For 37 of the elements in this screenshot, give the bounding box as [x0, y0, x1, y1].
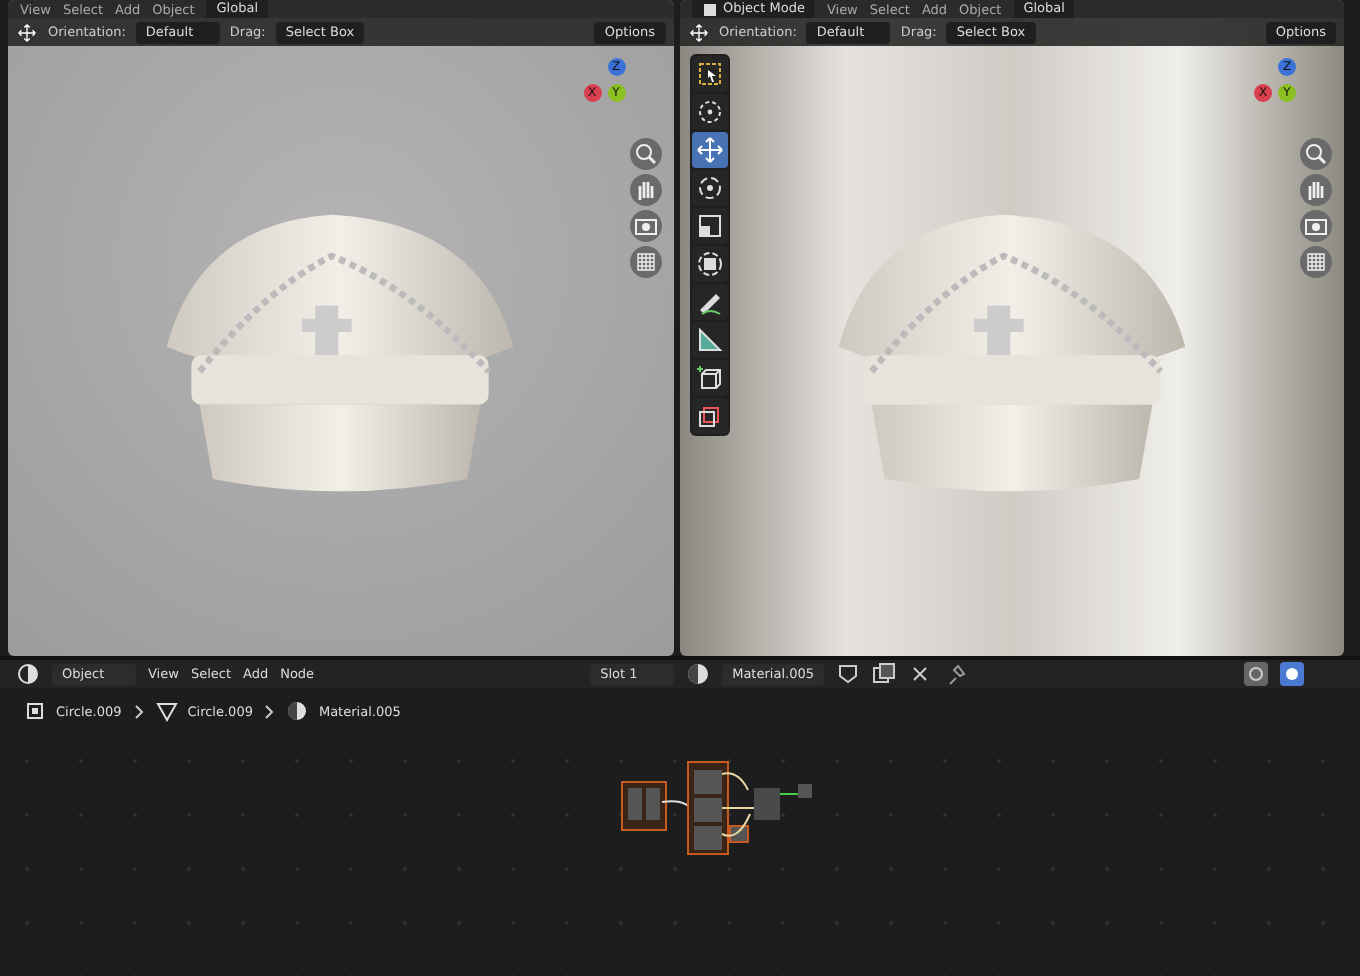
- grid-icon[interactable]: [629, 246, 661, 278]
- shield-icon[interactable]: [835, 662, 860, 686]
- overlay-icon[interactable]: [1244, 662, 1269, 686]
- move-arrows-icon[interactable]: [687, 21, 709, 43]
- tool-button[interactable]: [691, 208, 727, 244]
- object-icon: [24, 700, 46, 722]
- scale-icon: [693, 210, 725, 242]
- camera-icon[interactable]: [629, 210, 661, 242]
- cursor-icon: [693, 96, 725, 128]
- rotate-icon: [693, 172, 725, 204]
- chevron-right-icon: [131, 703, 146, 719]
- overlay-toggle-icon[interactable]: [1280, 662, 1305, 686]
- close-icon[interactable]: [907, 662, 932, 686]
- tool-button[interactable]: [691, 322, 727, 358]
- chevron-right-icon: [262, 703, 277, 719]
- tool-button[interactable]: [691, 170, 727, 206]
- move-arrows-icon: [693, 134, 725, 166]
- editor-type-icon[interactable]: [16, 662, 40, 686]
- select-box-icon: [693, 58, 725, 90]
- ruler-triangle-icon: [693, 324, 725, 356]
- tool-button[interactable]: [691, 246, 727, 282]
- zoom-icon[interactable]: [1300, 138, 1332, 170]
- tool-button[interactable]: [691, 360, 727, 396]
- copy-icon[interactable]: [871, 662, 896, 686]
- material-sphere-icon: [286, 700, 309, 722]
- move-arrows-icon[interactable]: [16, 21, 38, 43]
- mesh-triangle-icon: [155, 700, 178, 722]
- tool-button[interactable]: [691, 94, 727, 130]
- tool-button[interactable]: [691, 132, 727, 168]
- material-sphere-icon[interactable]: [686, 662, 711, 686]
- transform-icon: [693, 248, 725, 280]
- tool-button[interactable]: [691, 284, 727, 320]
- add-cube-icon: [693, 362, 725, 394]
- zoom-icon[interactable]: [629, 138, 661, 170]
- tool-button[interactable]: [691, 56, 727, 92]
- camera-icon[interactable]: [1300, 210, 1332, 242]
- grid-icon[interactable]: [1300, 246, 1332, 278]
